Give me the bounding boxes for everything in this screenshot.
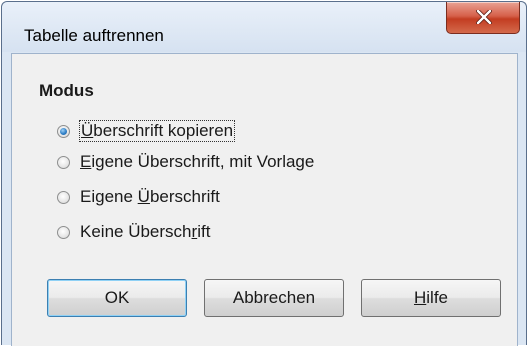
radio-button-checked[interactable] — [57, 124, 70, 138]
radio-button[interactable] — [57, 155, 70, 169]
radio-no-heading[interactable]: Keine Überschrift — [57, 220, 210, 244]
radio-button[interactable] — [57, 225, 70, 239]
dialog-window: Tabelle auftrennen Modus Überschrift kop… — [1, 1, 527, 346]
radio-copy-heading[interactable]: Überschrift kopieren — [57, 119, 236, 143]
close-button[interactable] — [446, 2, 520, 34]
radio-custom-heading[interactable]: Eigene Überschrift — [57, 185, 220, 209]
radio-label: Überschrift kopieren — [78, 120, 236, 142]
close-icon — [476, 10, 492, 24]
radio-custom-heading-with-style[interactable]: Eigene Überschrift, mit Vorlage — [57, 150, 314, 174]
window-title: Tabelle auftrennen — [24, 26, 164, 45]
mode-group-label: Modus — [39, 81, 94, 100]
radio-label: Keine Überschrift — [80, 222, 211, 241]
cancel-button[interactable]: Abbrechen — [204, 279, 344, 317]
dialog-content: Modus Überschrift kopieren Eigene Übersc… — [11, 53, 518, 346]
help-button[interactable]: Hilfe — [361, 279, 501, 317]
title-bar[interactable]: Tabelle auftrennen — [2, 2, 526, 52]
radio-label: Eigene Überschrift — [80, 187, 220, 206]
radio-button[interactable] — [57, 190, 70, 204]
help-label: ilfe — [426, 288, 448, 307]
ok-button[interactable]: OK — [47, 279, 187, 317]
help-accelerator: H — [413, 288, 427, 307]
radio-label: Eigene Überschrift, mit Vorlage — [80, 152, 315, 171]
